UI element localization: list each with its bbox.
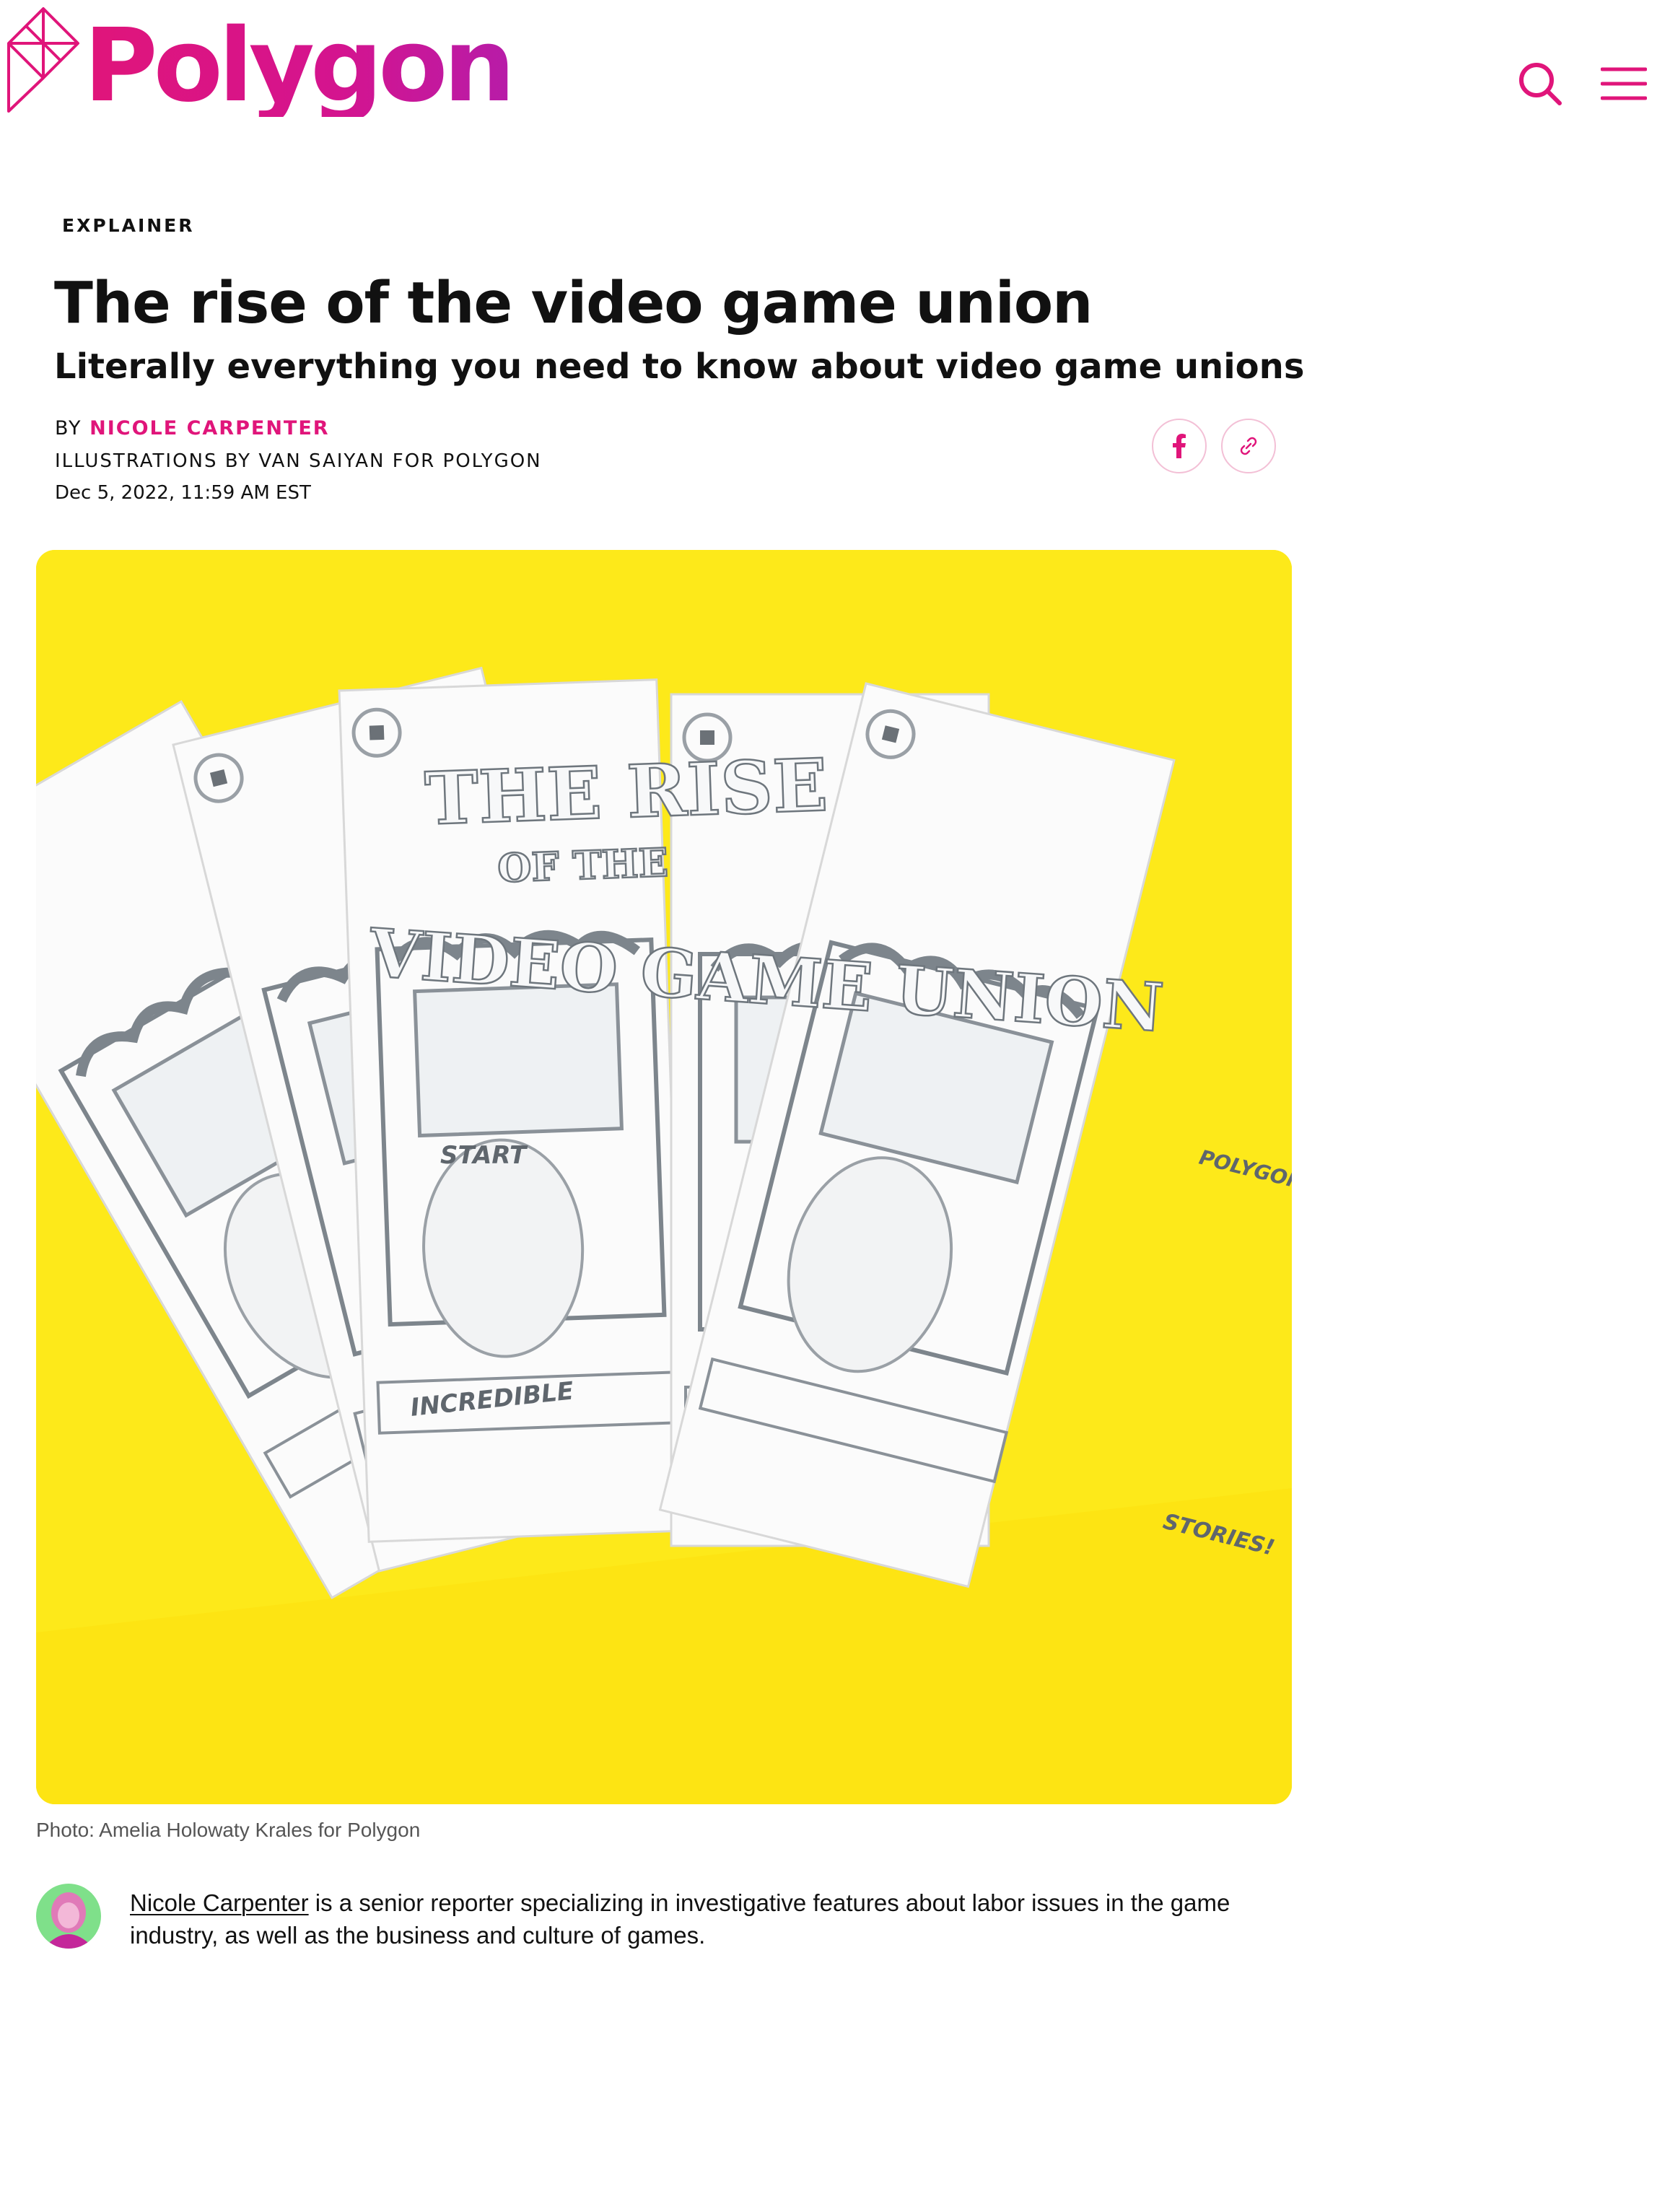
zine-title-line-1: THE RISE <box>424 743 829 841</box>
zine-photo-illustration: THE RISE OF THE VIDEO GAME UNION START I… <box>36 550 1292 1804</box>
illustration-credit: ILLUSTRATIONS BY VAN SAIYAN FOR POLYGON <box>55 450 542 472</box>
article-kicker[interactable]: EXPLAINER <box>62 215 195 236</box>
author-link[interactable]: NICOLE CARPENTER <box>89 417 329 440</box>
search-icon <box>1519 63 1562 105</box>
menu-button[interactable] <box>1599 59 1648 108</box>
byline-prefix: BY <box>55 417 90 440</box>
author-bio-link[interactable]: Nicole Carpenter <box>130 1889 309 1916</box>
link-icon <box>1240 437 1257 455</box>
byline: BY NICOLE CARPENTER <box>55 417 330 440</box>
site-name: Polygon <box>84 7 515 125</box>
author-avatar[interactable] <box>36 1884 101 1949</box>
hamburger-menu-icon <box>1601 67 1647 100</box>
header-actions <box>1516 59 1648 108</box>
polygon-logo-icon <box>7 7 79 113</box>
site-header: Polygon <box>0 0 1670 144</box>
zine-title-line-2: OF THE <box>497 839 669 891</box>
facebook-icon <box>1173 434 1186 458</box>
author-bio-text: Nicole Carpenter is a senior reporter sp… <box>130 1887 1285 1951</box>
facebook-share-button[interactable] <box>1152 419 1207 473</box>
polygon-logo[interactable]: Polygon <box>6 6 515 125</box>
author-avatar-image <box>36 1884 101 1949</box>
article-subtitle: Literally everything you need to know ab… <box>54 346 1305 387</box>
hero-caption: Photo: Amelia Holowaty Krales for Polygo… <box>36 1819 421 1841</box>
copy-link-button[interactable] <box>1221 419 1276 473</box>
article-title: The rise of the video game union <box>54 270 1093 336</box>
share-buttons <box>1152 419 1276 473</box>
publish-date: Dec 5, 2022, 11:59 AM EST <box>55 482 311 504</box>
hero-image: THE RISE OF THE VIDEO GAME UNION START I… <box>36 550 1292 1804</box>
zine-screen-text: START <box>440 1141 528 1170</box>
search-button[interactable] <box>1516 59 1565 108</box>
